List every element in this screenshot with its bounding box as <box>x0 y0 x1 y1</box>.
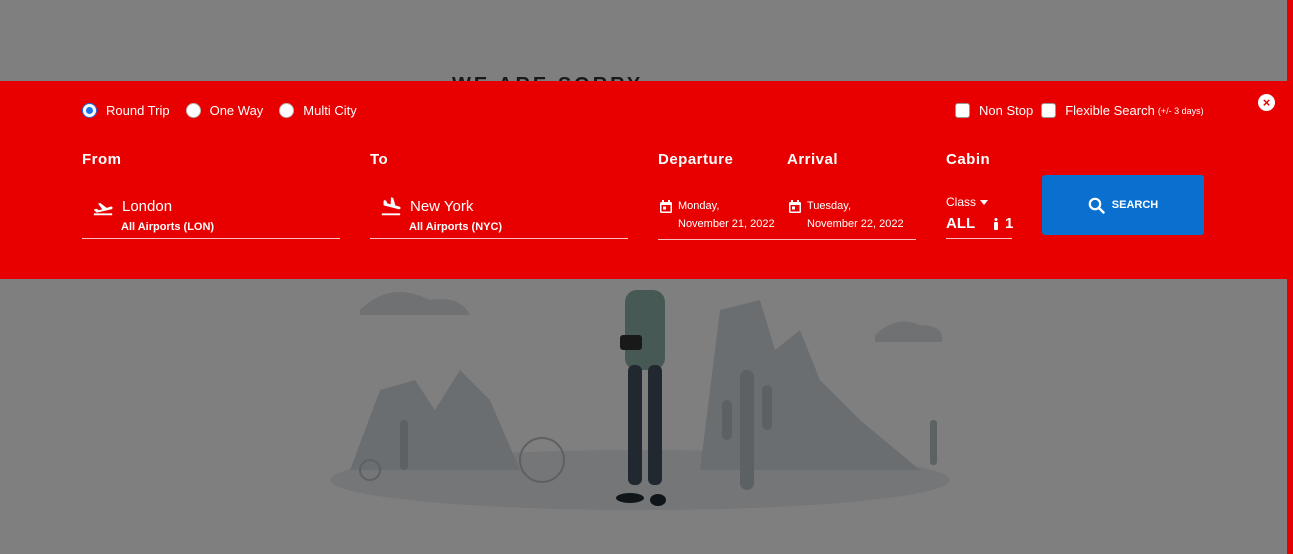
one-way-radio[interactable] <box>185 103 201 118</box>
flexible-search-checkbox[interactable] <box>1041 103 1057 118</box>
arrival-date: November 22, 2022 <box>807 218 904 230</box>
search-icon <box>1088 197 1105 214</box>
search-filters: Non Stop Flexible Search (+/- 3 days) <box>955 103 1212 118</box>
caret-down-icon <box>980 199 989 205</box>
multi-city-label: Multi City <box>303 103 357 118</box>
date-divider <box>658 239 916 240</box>
non-stop-option[interactable]: Non Stop <box>955 103 1033 118</box>
arrival-label: Arrival <box>787 151 839 168</box>
flight-search-panel: Round Trip One Way Multi City Non Stop F… <box>0 81 1287 279</box>
passenger-count[interactable]: 1 <box>993 215 1013 232</box>
arrival-day: Tuesday, <box>807 200 852 212</box>
class-dropdown[interactable]: Class <box>946 195 989 209</box>
multi-city-radio[interactable] <box>279 103 295 118</box>
departure-date-field[interactable]: Monday, November 21, 2022 <box>658 193 784 239</box>
person-icon <box>994 217 998 230</box>
from-label: From <box>82 151 122 168</box>
calendar-icon <box>789 200 801 213</box>
search-label: SEARCH <box>1111 199 1159 211</box>
passenger-value: 1 <box>1005 215 1014 232</box>
from-field[interactable]: London All Airports (LON) <box>82 188 340 239</box>
trip-type-group: Round Trip One Way Multi City <box>82 103 373 118</box>
arrival-date-field[interactable]: Tuesday, November 22, 2022 <box>787 193 916 239</box>
close-button[interactable]: × <box>1258 94 1275 111</box>
round-trip-radio[interactable] <box>82 103 97 118</box>
to-city: New York <box>410 198 474 215</box>
departure-day: Monday, <box>678 200 720 212</box>
flexible-search-label: Flexible Search <box>1065 103 1155 118</box>
trip-type-multi-city[interactable]: Multi City <box>279 103 357 118</box>
to-airports: All Airports (NYC) <box>409 221 503 233</box>
flexible-search-option[interactable]: Flexible Search (+/- 3 days) <box>1041 103 1204 118</box>
search-button[interactable]: SEARCH <box>1042 175 1204 235</box>
to-label: To <box>370 151 389 168</box>
non-stop-checkbox[interactable] <box>955 103 970 118</box>
from-airports: All Airports (LON) <box>121 221 215 233</box>
trip-type-round-trip[interactable]: Round Trip <box>82 103 170 118</box>
page-edge-accent <box>1287 0 1293 554</box>
flexible-search-note: (+/- 3 days) <box>1157 105 1204 116</box>
departure-label: Departure <box>658 151 734 168</box>
round-trip-label: Round Trip <box>106 103 170 118</box>
plane-takeoff-icon <box>93 202 113 216</box>
class-label: Class <box>946 195 977 209</box>
calendar-icon <box>660 200 672 213</box>
plane-landing-icon <box>381 197 401 216</box>
from-city: London <box>122 198 173 215</box>
to-field[interactable]: New York All Airports (NYC) <box>370 188 628 239</box>
one-way-label: One Way <box>209 103 264 118</box>
trip-type-one-way[interactable]: One Way <box>185 103 264 118</box>
non-stop-label: Non Stop <box>979 103 1034 118</box>
class-value: ALL <box>946 215 976 232</box>
cabin-label: Cabin <box>946 151 991 168</box>
departure-date: November 21, 2022 <box>678 218 775 230</box>
cabin-selector[interactable]: Class ALL 1 <box>946 193 1013 239</box>
